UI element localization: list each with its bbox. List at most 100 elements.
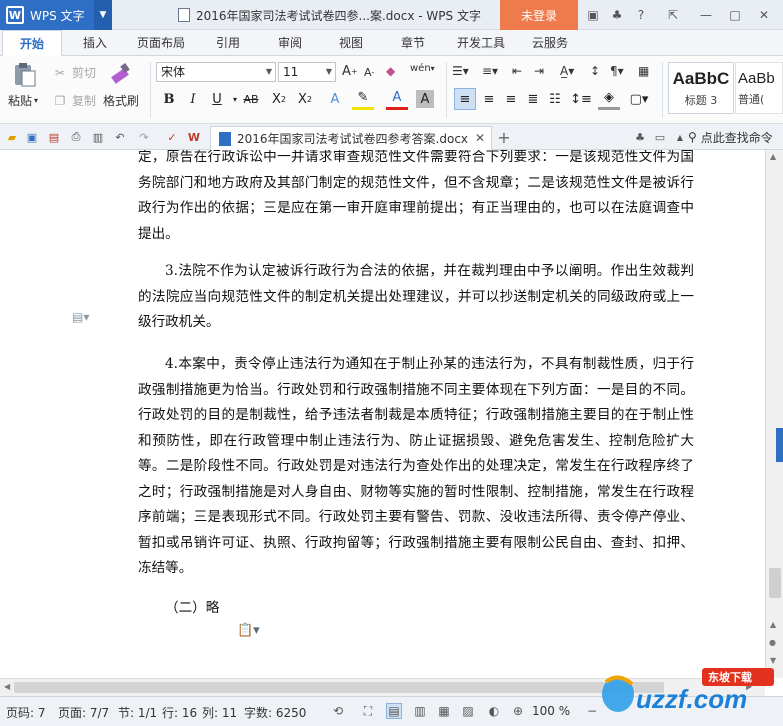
cut-button[interactable]: ✂ 剪切 — [52, 64, 96, 81]
horizontal-thumb[interactable] — [14, 682, 664, 693]
scroll-left-icon[interactable]: ◀ — [4, 682, 10, 691]
print-preview-icon[interactable]: ▥ — [90, 129, 106, 145]
app-menu-button[interactable]: W WPS 文字 ▼ — [0, 0, 112, 30]
reading-mode-icon[interactable]: ◐ — [486, 703, 502, 719]
tab-review[interactable]: 审阅 — [267, 30, 313, 56]
strikethrough-icon[interactable]: AB — [240, 88, 262, 110]
chevron-down-icon[interactable]: ▼ — [94, 0, 112, 30]
font-name-select[interactable]: 宋体 ▼ — [156, 62, 276, 82]
scroll-thumb[interactable] — [769, 568, 781, 598]
document-tab[interactable]: 2016年国家司法考试试卷四参考答案.docx ✕ — [210, 126, 492, 150]
login-button[interactable]: 未登录 — [500, 0, 578, 30]
menu-tabs: 开始 插入 页面布局 引用 审阅 视图 章节 开发工具 云服务 — [0, 30, 783, 56]
tab-page-layout[interactable]: 页面布局 — [128, 30, 194, 56]
tab-references[interactable]: 引用 — [205, 30, 251, 56]
justify-icon[interactable]: ≣ — [522, 88, 544, 110]
decrease-indent-icon[interactable]: ⇤ — [512, 64, 522, 78]
font-size-select[interactable]: 11 ▼ — [278, 62, 336, 82]
style-heading3-preview: AaBbC — [672, 69, 730, 88]
pdf-icon[interactable]: ▤ — [46, 129, 62, 145]
skin-icon[interactable]: ▣ — [585, 7, 601, 23]
align-center-icon[interactable]: ≡ — [478, 88, 500, 110]
paragraph-4: （二）略 — [165, 600, 220, 616]
increase-indent-icon[interactable]: ⇥ — [534, 64, 544, 78]
style-normal[interactable]: AaBb 普通( — [735, 62, 783, 114]
text-effect-icon[interactable]: A — [324, 88, 346, 110]
clear-format-icon[interactable]: ◆ — [386, 64, 395, 78]
maximize-icon[interactable]: □ — [727, 7, 743, 23]
new-tab-icon[interactable]: + — [496, 128, 512, 147]
web-view-icon[interactable]: ▦ — [436, 703, 452, 719]
tab-insert[interactable]: 插入 — [70, 30, 120, 56]
copy-label: 复制 — [72, 94, 97, 108]
distribute-icon[interactable]: ☷ — [544, 88, 566, 110]
brush-icon[interactable] — [104, 60, 136, 88]
restore-layout-icon[interactable]: ⇱ — [665, 7, 681, 23]
track-changes-icon[interactable]: ⟲ — [330, 703, 346, 719]
italic-icon[interactable]: I — [182, 88, 204, 110]
undo-icon[interactable]: ↶ — [112, 129, 128, 145]
tab-chapter[interactable]: 章节 — [390, 30, 436, 56]
outline-view-icon[interactable]: ▨ — [460, 703, 476, 719]
pinyin-icon[interactable]: wén ▾ — [410, 63, 435, 74]
char-shading-icon[interactable]: A — [416, 90, 434, 108]
tab-home[interactable]: 开始 — [2, 30, 62, 56]
zoom-level[interactable]: 100 % — [532, 704, 570, 718]
subscript-icon[interactable]: X2 — [294, 88, 316, 110]
align-left-icon[interactable]: ≡ — [454, 88, 476, 110]
save-icon[interactable]: ▣ — [24, 129, 40, 145]
superscript-icon[interactable]: X2 — [268, 88, 290, 110]
paragraph-handle-icon[interactable]: ▤▾ — [72, 310, 89, 324]
numbered-list-icon[interactable]: ≡▾ — [482, 64, 498, 78]
scroll-up-icon[interactable]: ▲ — [770, 152, 776, 161]
document-area[interactable]: 定，原告在行政诉讼中一并请求审查规范性文件需要符合下列要求：一是该规范性文件为国… — [0, 150, 765, 678]
format-painter-button[interactable]: 格式刷 — [103, 92, 139, 109]
grow-font-icon[interactable]: A + — [342, 64, 358, 79]
print-icon[interactable]: ⎙ — [68, 129, 84, 145]
redo-icon[interactable]: ↷ — [136, 129, 152, 145]
skin-icon[interactable]: ♣ — [632, 129, 648, 145]
shrink-font-icon[interactable]: A- — [364, 66, 374, 79]
open-folder-icon[interactable]: ▰ — [4, 129, 20, 145]
close-icon[interactable]: ✕ — [756, 7, 772, 23]
select-browse-icon[interactable]: ● — [769, 638, 776, 647]
highlight-icon[interactable]: ✎ — [352, 88, 374, 110]
line-spacing-icon[interactable]: ↕≡ — [570, 88, 592, 110]
style-normal-name: 普通( — [738, 93, 765, 106]
bold-icon[interactable]: B — [158, 88, 180, 110]
word-count[interactable]: 字数: 6250 — [244, 704, 306, 721]
paste-button[interactable]: 粘贴 ▾ — [8, 92, 38, 109]
show-marks-icon[interactable]: ¶▾ — [610, 64, 624, 78]
font-color-icon[interactable]: A — [386, 88, 408, 110]
tab-developer[interactable]: 开发工具 — [448, 30, 514, 56]
chinese-layout-icon[interactable]: A̲▾ — [560, 64, 574, 78]
side-panel-toggle[interactable] — [776, 428, 783, 462]
bullet-list-icon[interactable]: ☰▾ — [452, 64, 469, 78]
prev-page-icon[interactable]: ▲ — [770, 620, 776, 629]
tab-cloud[interactable]: 云服务 — [522, 30, 578, 56]
tab-view[interactable]: 视图 — [328, 30, 374, 56]
page-view-icon[interactable]: ▤ — [386, 703, 402, 719]
paste-options-icon[interactable]: 📋▾ — [237, 623, 260, 638]
shirt-icon[interactable]: ♣ — [609, 7, 625, 23]
vertical-scrollbar[interactable]: ▲ ▲ ● ▼ — [765, 150, 783, 678]
style-heading3[interactable]: AaBbC 标题 3 — [668, 62, 734, 114]
borders-icon[interactable]: ▢▾ — [628, 88, 650, 110]
close-tab-icon[interactable]: ✕ — [475, 131, 485, 145]
help-icon[interactable]: ? — [633, 7, 649, 23]
chevron-down-icon: ▼ — [265, 67, 272, 76]
sort-icon[interactable]: ↕ — [590, 64, 600, 78]
table-icon[interactable]: ▦ — [638, 64, 649, 78]
paste-icon[interactable] — [8, 60, 40, 88]
full-screen-view-icon[interactable]: ▥ — [412, 703, 428, 719]
chevron-up-icon[interactable]: ▲ — [672, 129, 688, 145]
zoom-options-icon[interactable]: ⊕ — [510, 703, 526, 719]
fit-page-icon[interactable]: ⛶ — [360, 703, 376, 719]
command-search[interactable]: ⚲ 点此查找命令 — [688, 124, 773, 150]
minimize-icon[interactable]: — — [698, 7, 714, 23]
message-icon[interactable]: ▭ — [652, 129, 668, 145]
copy-button[interactable]: ❐ 复制 — [52, 92, 96, 109]
align-right-icon[interactable]: ≡ — [500, 88, 522, 110]
pin-icon[interactable]: ✓ — [164, 129, 180, 145]
shading-icon[interactable]: ◈ — [598, 88, 620, 110]
